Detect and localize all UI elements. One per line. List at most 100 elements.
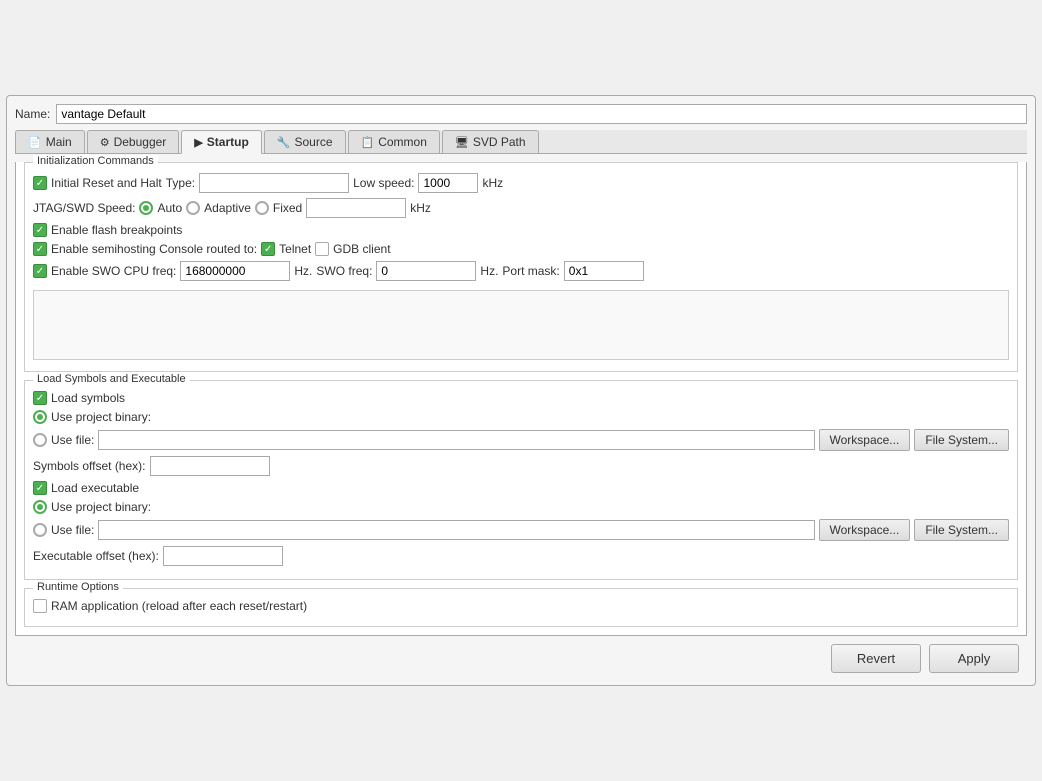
use-file-2-label: Use file:	[51, 523, 94, 537]
initial-reset-row: ✓ Initial Reset and Halt Type: Low speed…	[33, 173, 1009, 193]
jtag-fixed-radio[interactable]	[255, 201, 269, 215]
ram-application-checkbox[interactable]	[33, 599, 47, 613]
revert-button[interactable]: Revert	[831, 644, 921, 673]
type-label: Type:	[166, 176, 195, 190]
telnet-label: Telnet	[279, 242, 311, 256]
bottom-buttons: Revert Apply	[15, 636, 1027, 677]
ram-application-label: RAM application (reload after each reset…	[51, 599, 307, 613]
swo-freq-unit: Hz.	[480, 264, 498, 278]
tab-svdpath-label: SVD Path	[473, 135, 526, 149]
tab-debugger-label: Debugger	[114, 135, 167, 149]
executable-offset-label: Executable offset (hex):	[33, 549, 159, 563]
cpu-freq-input[interactable]	[180, 261, 290, 281]
tab-common-label: Common	[378, 135, 427, 149]
load-symbols-section: Load Symbols and Executable ✓ Load symbo…	[24, 380, 1018, 580]
flash-breakpoints-label: Enable flash breakpoints	[51, 223, 182, 237]
use-project-binary-2-radio[interactable]	[33, 500, 47, 514]
jtag-swd-row: JTAG/SWD Speed: Auto Adaptive Fixed kHz	[33, 198, 1009, 218]
filesystem-1-button[interactable]: File System...	[914, 429, 1009, 451]
symbols-offset-label: Symbols offset (hex):	[33, 459, 146, 473]
use-file-2-radio[interactable]	[33, 523, 47, 537]
init-commands-legend: Initialization Commands	[33, 155, 158, 167]
load-executable-checkbox[interactable]: ✓	[33, 481, 47, 495]
filesystem-2-button[interactable]: File System...	[914, 519, 1009, 541]
fixed-label: Fixed	[273, 201, 302, 215]
use-project-binary-1-label: Use project binary:	[51, 410, 151, 424]
use-project-binary-1-radio[interactable]	[33, 410, 47, 424]
workspace-1-button[interactable]: Workspace...	[819, 429, 911, 451]
tab-main-label: Main	[46, 135, 72, 149]
use-file-2-input[interactable]	[98, 520, 814, 540]
svdpath-icon: 🖥	[455, 136, 469, 149]
content-area: Initialization Commands ✓ Initial Reset …	[15, 162, 1027, 636]
load-symbols-legend: Load Symbols and Executable	[33, 373, 190, 385]
low-speed-input[interactable]	[418, 173, 478, 193]
semihosting-checkbox[interactable]: ✓	[33, 242, 47, 256]
runtime-options-legend: Runtime Options	[33, 581, 123, 593]
init-commands-textarea[interactable]	[33, 290, 1009, 360]
gdb-checkbox[interactable]	[315, 242, 329, 256]
name-row: Name:	[15, 104, 1027, 124]
jtag-auto-radio[interactable]	[139, 201, 153, 215]
use-project-binary-1-row: Use project binary:	[33, 410, 1009, 424]
tab-startup-label: Startup	[207, 135, 249, 149]
jtag-fixed-input[interactable]	[306, 198, 406, 218]
use-file-2-row: Use file: Workspace... File System...	[33, 519, 1009, 541]
use-file-1-label: Use file:	[51, 433, 94, 447]
semihosting-row: ✓ Enable semihosting Console routed to: …	[33, 242, 1009, 256]
name-input[interactable]	[56, 104, 1027, 124]
main-icon: 📄	[28, 136, 42, 149]
tab-startup[interactable]: ▶ Startup	[181, 130, 261, 154]
apply-button[interactable]: Apply	[929, 644, 1019, 673]
swo-checkbox[interactable]: ✓	[33, 264, 47, 278]
use-project-binary-2-label: Use project binary:	[51, 500, 151, 514]
runtime-options-content: RAM application (reload after each reset…	[33, 599, 1009, 613]
tab-source[interactable]: 🔧 Source	[264, 130, 346, 153]
common-icon: 📋	[361, 136, 375, 149]
load-executable-row: ✓ Load executable	[33, 481, 1009, 495]
jtag-swd-label: JTAG/SWD Speed:	[33, 201, 135, 215]
tab-svdpath[interactable]: 🖥 SVD Path	[442, 130, 539, 153]
load-symbols-label: Load symbols	[51, 391, 125, 405]
swo-label: Enable SWO CPU freq:	[51, 264, 176, 278]
init-commands-section: Initialization Commands ✓ Initial Reset …	[24, 162, 1018, 372]
port-mask-input[interactable]	[564, 261, 644, 281]
main-dialog: Name: 📄 Main ⚙ Debugger ▶ Startup 🔧 Sour…	[6, 95, 1036, 686]
tab-debugger[interactable]: ⚙ Debugger	[87, 130, 180, 153]
swo-freq-label: SWO freq:	[316, 264, 372, 278]
load-executable-label: Load executable	[51, 481, 139, 495]
port-mask-label: Port mask:	[502, 264, 559, 278]
load-symbols-content: ✓ Load symbols Use project binary: Use f…	[33, 391, 1009, 566]
semihosting-label: Enable semihosting Console routed to:	[51, 242, 257, 256]
flash-breakpoints-row: ✓ Enable flash breakpoints	[33, 223, 1009, 237]
use-file-1-input[interactable]	[98, 430, 814, 450]
auto-label: Auto	[157, 201, 182, 215]
gdb-label: GDB client	[333, 242, 390, 256]
debugger-icon: ⚙	[100, 136, 110, 149]
use-file-1-radio[interactable]	[33, 433, 47, 447]
use-file-1-row: Use file: Workspace... File System...	[33, 429, 1009, 451]
symbols-offset-row: Symbols offset (hex):	[33, 456, 1009, 476]
telnet-checkbox[interactable]: ✓	[261, 242, 275, 256]
workspace-2-button[interactable]: Workspace...	[819, 519, 911, 541]
source-icon: 🔧	[277, 136, 291, 149]
startup-icon: ▶	[194, 136, 202, 149]
symbols-offset-input[interactable]	[150, 456, 270, 476]
tab-source-label: Source	[294, 135, 332, 149]
executable-offset-input[interactable]	[163, 546, 283, 566]
init-commands-content: ✓ Initial Reset and Halt Type: Low speed…	[33, 173, 1009, 363]
tabs-bar: 📄 Main ⚙ Debugger ▶ Startup 🔧 Source 📋 C…	[15, 130, 1027, 154]
swo-freq-input[interactable]	[376, 261, 476, 281]
executable-offset-row: Executable offset (hex):	[33, 546, 1009, 566]
load-symbols-row: ✓ Load symbols	[33, 391, 1009, 405]
flash-breakpoints-checkbox[interactable]: ✓	[33, 223, 47, 237]
name-label: Name:	[15, 107, 50, 121]
type-input[interactable]	[199, 173, 349, 193]
initial-reset-label: Initial Reset and Halt	[51, 176, 162, 190]
cpu-freq-unit: Hz.	[294, 264, 312, 278]
tab-main[interactable]: 📄 Main	[15, 130, 85, 153]
initial-reset-checkbox[interactable]: ✓	[33, 176, 47, 190]
load-symbols-checkbox[interactable]: ✓	[33, 391, 47, 405]
jtag-adaptive-radio[interactable]	[186, 201, 200, 215]
tab-common[interactable]: 📋 Common	[348, 130, 440, 153]
